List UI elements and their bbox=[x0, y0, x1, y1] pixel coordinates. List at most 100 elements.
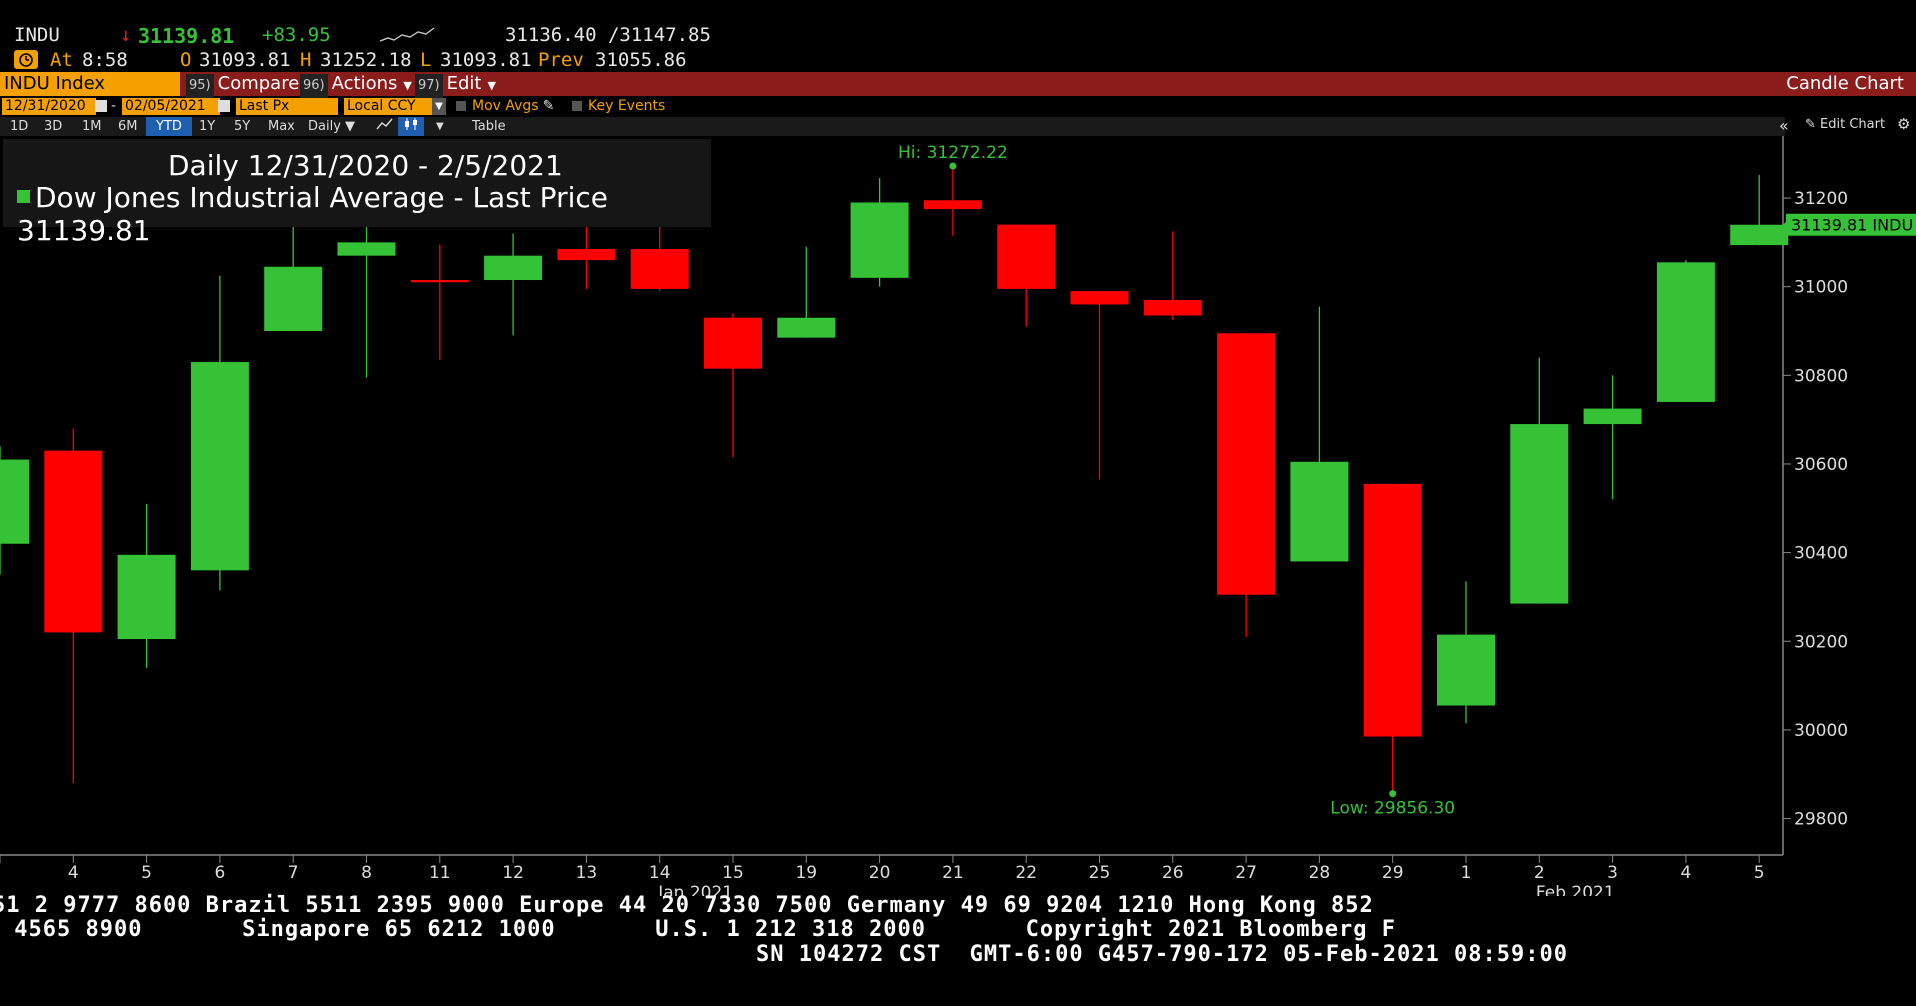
price-change: +83.95 bbox=[262, 24, 331, 46]
legend-swatch-icon bbox=[17, 190, 30, 203]
last-price-tag-label: 31139.81 INDU bbox=[1791, 216, 1913, 235]
low-label: Low: 29856.30 bbox=[1330, 799, 1455, 819]
table-button[interactable]: Table bbox=[468, 117, 510, 136]
high-label: Hi: 31272.22 bbox=[898, 143, 1008, 163]
candle-body[interactable] bbox=[630, 249, 689, 289]
candle-body[interactable] bbox=[704, 317, 762, 369]
bid-ask: 31136.40 /31147.85 bbox=[505, 24, 711, 46]
candle-body[interactable] bbox=[1730, 224, 1789, 246]
low-label: L bbox=[420, 49, 432, 71]
pencil-icon: ✎ bbox=[1805, 117, 1816, 132]
candle-body[interactable] bbox=[44, 450, 103, 633]
edit-label: Edit bbox=[446, 73, 482, 94]
calendar-icon[interactable] bbox=[95, 100, 107, 112]
y-tick-label: 31000 bbox=[1794, 278, 1848, 298]
candle-body[interactable] bbox=[484, 255, 543, 281]
candle-body[interactable] bbox=[1363, 483, 1422, 737]
mov-avgs-label: Mov Avgs bbox=[472, 98, 539, 114]
period-select[interactable]: Daily ▼ bbox=[304, 117, 359, 136]
candle-body[interactable] bbox=[410, 280, 469, 283]
x-tick-label: 12 bbox=[502, 863, 524, 883]
candle-body[interactable] bbox=[264, 266, 323, 332]
x-tick-label: 7 bbox=[288, 863, 299, 883]
x-tick-label: 11 bbox=[429, 863, 451, 883]
footer-line-2: 4565 8900 Singapore 65 6212 1000 U.S. 1 … bbox=[0, 917, 1397, 942]
x-tick-label: 15 bbox=[722, 863, 744, 883]
chevron-down-icon: ▼ bbox=[487, 79, 496, 92]
candle-chart[interactable]: 29800 30000 30200 30400 30600 30800 31000 31200… bbox=[0, 136, 1916, 896]
x-tick-label: 14 bbox=[649, 863, 671, 883]
chevron-down-icon[interactable]: ▼ bbox=[432, 117, 448, 136]
candle-chart-icon[interactable] bbox=[398, 117, 424, 136]
candle-body[interactable] bbox=[1656, 262, 1715, 402]
x-tick-label: 1 bbox=[1461, 863, 1472, 883]
footer-line-3: SN 104272 CST GMT-6:00 G457-790-172 05-F… bbox=[756, 942, 1568, 967]
range-1d[interactable]: 1D bbox=[6, 117, 32, 136]
open-label: O bbox=[180, 49, 192, 71]
chart-legend[interactable]: Daily 12/31/2020 - 2/5/2021 Dow Jones In… bbox=[3, 139, 711, 247]
candle-body[interactable] bbox=[0, 459, 29, 544]
x-tick-label: 13 bbox=[576, 863, 598, 883]
range-bar: 1D 3D 1M 6M YTD 1Y 5Y Max Daily ▼ ▼ Tabl… bbox=[0, 117, 1785, 136]
mov-avgs-toggle[interactable]: Mov Avgs ✎ bbox=[456, 98, 554, 115]
candle-body[interactable] bbox=[1290, 461, 1349, 562]
candle-body[interactable] bbox=[557, 249, 616, 261]
candle-body[interactable] bbox=[1510, 424, 1569, 604]
open-value: 31093.81 bbox=[199, 49, 291, 71]
end-date-field[interactable]: 02/05/2021 bbox=[122, 98, 220, 115]
footer-line-1: 51 2 9777 8600 Brazil 5511 2395 9000 Eur… bbox=[0, 893, 1374, 918]
low-value: 31093.81 bbox=[440, 49, 532, 71]
compare-menu[interactable]: 95) Compare bbox=[186, 72, 299, 98]
candle-body[interactable] bbox=[117, 554, 176, 640]
edit-chart-button[interactable]: ✎ Edit Chart bbox=[1805, 117, 1885, 132]
currency-select[interactable]: Local CCY bbox=[344, 98, 432, 115]
range-3d[interactable]: 3D bbox=[40, 117, 66, 136]
command-bar: INDU Index 95) Compare 96) Actions ▼ 97) Edi… bbox=[0, 72, 1916, 98]
actions-menu[interactable]: 96) Actions ▼ bbox=[300, 72, 412, 98]
start-date-field[interactable]: 12/31/2020 bbox=[2, 98, 96, 115]
y-tick-label: 31200 bbox=[1794, 189, 1848, 209]
edit-number: 97) bbox=[415, 74, 443, 98]
x-tick-label: 4 bbox=[68, 863, 79, 883]
x-tick-label: 26 bbox=[1162, 863, 1184, 883]
x-tick-label: 5 bbox=[1754, 863, 1765, 883]
gear-icon[interactable]: ⚙ bbox=[1897, 115, 1910, 133]
candle-body[interactable] bbox=[190, 362, 249, 571]
calendar-icon[interactable] bbox=[218, 100, 230, 112]
security-name: INDU Index bbox=[4, 73, 106, 94]
candle-body[interactable] bbox=[997, 224, 1056, 289]
range-6m[interactable]: 6M bbox=[114, 117, 142, 136]
x-tick-label: 28 bbox=[1309, 863, 1331, 883]
price-field-select[interactable]: Last Px bbox=[236, 98, 338, 115]
line-chart-icon[interactable] bbox=[372, 117, 398, 136]
chevron-down-icon[interactable]: ▼ bbox=[432, 98, 446, 115]
range-1m[interactable]: 1M bbox=[78, 117, 106, 136]
range-max[interactable]: Max bbox=[264, 117, 299, 136]
period-label: Daily bbox=[308, 119, 341, 134]
range-ytd[interactable]: YTD bbox=[146, 117, 192, 136]
edit-menu[interactable]: 97) Edit ▼ bbox=[415, 72, 496, 98]
candle-body[interactable] bbox=[777, 317, 836, 338]
candle-body[interactable] bbox=[850, 202, 909, 278]
prev-value: 31055.86 bbox=[595, 49, 687, 71]
security-field[interactable]: INDU Index bbox=[0, 72, 180, 96]
collapse-icon[interactable]: « bbox=[1779, 116, 1789, 135]
candle-body[interactable] bbox=[1583, 408, 1642, 425]
ticker-symbol: INDU bbox=[14, 24, 60, 46]
candle-body[interactable] bbox=[1217, 333, 1276, 595]
actions-label: Actions bbox=[331, 73, 398, 94]
range-5y[interactable]: 5Y bbox=[230, 117, 254, 136]
quote-time: 8:58 bbox=[82, 49, 128, 71]
x-tick-label: 22 bbox=[1015, 863, 1037, 883]
high-marker bbox=[949, 162, 957, 170]
key-events-toggle[interactable]: Key Events bbox=[572, 98, 665, 115]
candle-body[interactable] bbox=[1437, 634, 1495, 706]
legend-series-name: Dow Jones Industrial Average - Last Pric… bbox=[35, 181, 608, 214]
legend-title: Daily 12/31/2020 - 2/5/2021 bbox=[168, 149, 563, 182]
candle-body[interactable] bbox=[1143, 299, 1202, 316]
range-1y[interactable]: 1Y bbox=[195, 117, 219, 136]
candle-body[interactable] bbox=[1070, 291, 1129, 305]
candle-body[interactable] bbox=[923, 200, 982, 210]
y-tick-label: 30200 bbox=[1794, 632, 1848, 652]
clock-icon[interactable] bbox=[14, 50, 38, 69]
